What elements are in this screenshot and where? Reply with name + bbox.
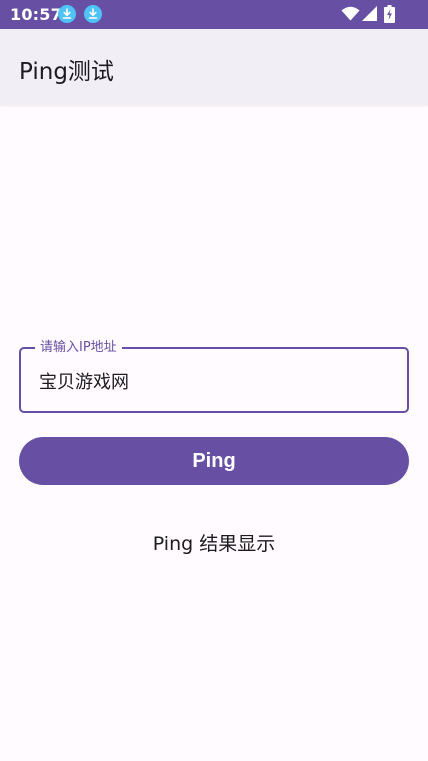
status-time: 10:57 [10,5,62,24]
ip-address-field[interactable]: 请输入IP地址 [19,339,409,413]
app-bar: Ping测试 [0,29,428,105]
status-bar: 10:57 [0,0,428,29]
ip-address-label: 请输入IP地址 [35,339,122,357]
download-icon [84,5,102,23]
ping-button[interactable]: Ping [19,437,409,485]
ping-result-text: Ping 结果显示 [152,533,276,555]
page-title: Ping测试 [19,59,114,85]
download-icon [58,5,76,23]
ip-address-input[interactable] [39,367,389,395]
